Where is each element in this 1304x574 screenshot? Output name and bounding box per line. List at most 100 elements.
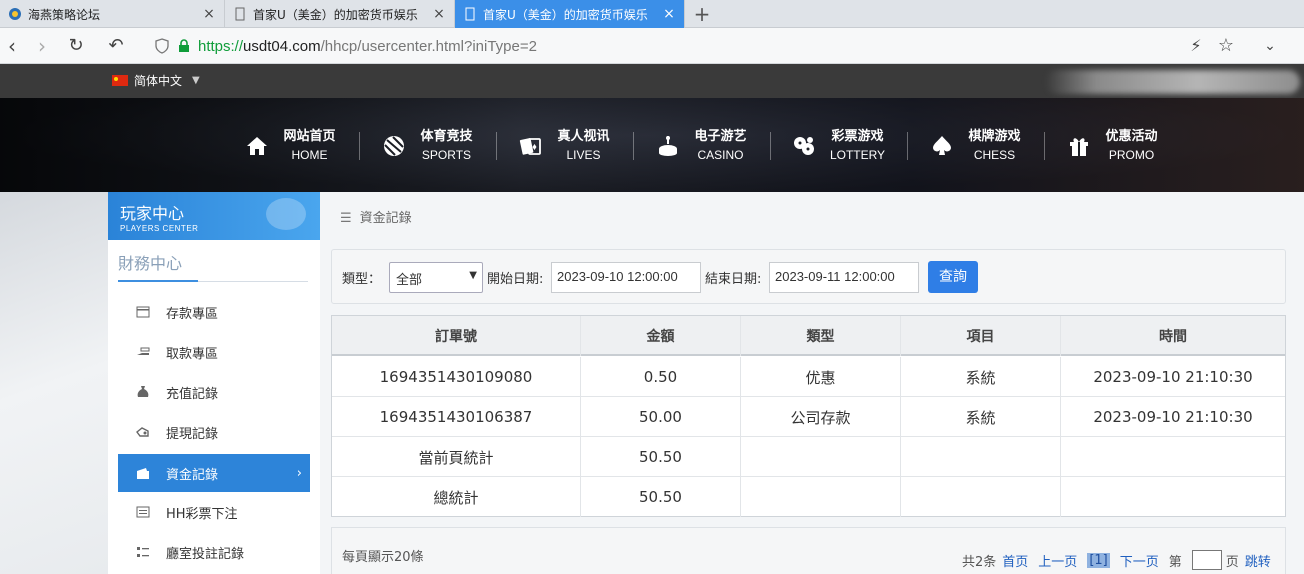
url-scheme: https://: [198, 37, 244, 55]
pagination: 共2条 首页 上一页 [1] 下一页 第 页 跳转: [962, 550, 1281, 570]
sidebar-item-deposit[interactable]: 存款專區: [118, 294, 310, 330]
end-date-label: 結束日期:: [705, 272, 762, 287]
menu-label-cn: 优惠活动: [1105, 129, 1158, 144]
menu-label-en: SPORTS: [421, 148, 472, 162]
sidebar: 玩家中心 PLAYERS CENTER 財務中心 存款專區 取款專區 充值記錄 …: [108, 192, 320, 574]
menu-label-en: CASINO: [697, 148, 744, 162]
query-button[interactable]: 查詢: [928, 261, 978, 293]
gift-icon: [1070, 138, 1089, 156]
menu-label-en: HOME: [291, 148, 328, 162]
sidebar-item-hall-bets[interactable]: 廳室投註記錄: [118, 534, 310, 570]
shield-icon: [155, 38, 169, 54]
home-icon: [247, 137, 268, 155]
sidebar-item-label: 存款專區: [166, 306, 219, 322]
first-page-link[interactable]: 首页: [1002, 551, 1028, 570]
menu-item-chess[interactable]: 棋牌游戏 CHESS: [907, 126, 1044, 166]
menu-item-lives[interactable]: 真人视讯 LIVES: [496, 126, 633, 166]
next-page-link[interactable]: 下一页: [1120, 551, 1159, 570]
column-header: 時間: [1159, 329, 1187, 345]
sidebar-item-label: HH彩票下注: [166, 506, 238, 522]
end-date-input[interactable]: 2023-09-11 12:00:00: [769, 262, 919, 293]
reload-icon[interactable]: ↻: [64, 34, 88, 58]
record-item: 系統: [901, 397, 1061, 437]
main-content: ☰ 資金記錄 類型： 全部 ▼ 開始日期: 2023-09-10 12:00:00…: [320, 192, 1304, 574]
sidebar-item-recharge-records[interactable]: 充值記錄: [118, 374, 310, 410]
browser-tab-active[interactable]: 首家U（美金）的加密货币娱乐 ×: [455, 0, 685, 28]
menu-item-casino[interactable]: 电子游艺 CASINO: [633, 126, 770, 166]
url-host: usdt04.com: [243, 37, 321, 55]
type-label: 類型：: [342, 272, 382, 287]
prev-page-link[interactable]: 上一页: [1038, 551, 1077, 570]
spade-icon: [933, 136, 952, 155]
back-arrow-icon[interactable]: ‹: [0, 34, 24, 58]
page-number-input[interactable]: [1191, 550, 1222, 570]
menu-item-promo[interactable]: 优惠活动 PROMO: [1044, 126, 1181, 166]
type-select[interactable]: 全部 ▼: [389, 262, 483, 293]
summary-label: 當前頁統計: [332, 437, 581, 477]
menu-label-en: PROMO: [1108, 148, 1155, 162]
sidebar-item-hh-lottery[interactable]: HH彩票下注: [118, 494, 310, 530]
fund-records-table: 訂單號 金額 類型 項目 時間 1694351430109080 0.50 优惠…: [331, 315, 1286, 517]
list-icon: [137, 547, 149, 557]
ball-icon: [384, 136, 405, 156]
sidebar-item-withdraw[interactable]: 取款專區: [118, 334, 310, 370]
close-icon[interactable]: ×: [662, 6, 676, 22]
close-icon[interactable]: ×: [202, 6, 216, 22]
menu-label-cn: 真人视讯: [557, 129, 610, 144]
browser-tab[interactable]: 首家U（美金）的加密货币娱乐 ×: [225, 0, 455, 28]
chevron-right-icon: ›: [296, 465, 302, 481]
empty-cell: [1061, 437, 1285, 477]
menu-item-lottery[interactable]: 彩票游戏 LOTTERY: [770, 126, 907, 166]
column-header: 訂單號: [332, 316, 581, 356]
lock-icon: [179, 39, 189, 52]
tab-title: 海燕策略论坛: [28, 7, 101, 22]
browser-tab[interactable]: 海燕策略论坛 ×: [0, 0, 225, 28]
menu-label-en: LOTTERY: [829, 148, 886, 162]
record-type: 公司存款: [741, 397, 901, 437]
undo-icon[interactable]: ↶: [104, 34, 128, 58]
address-bar[interactable]: https://usdt04.com/hhcp/usercenter.html?…: [154, 34, 1174, 58]
language-selector[interactable]: 简体中文 ▼: [112, 72, 200, 89]
caret-down-icon: ▼: [192, 75, 200, 86]
page-background-left: [0, 192, 108, 574]
lightning-icon[interactable]: ⚡: [1184, 34, 1208, 58]
menu-label-en: LIVES: [566, 148, 601, 162]
hand-icon: [136, 427, 149, 437]
site-top-strip: 简体中文 ▼: [0, 64, 1304, 98]
empty-cell: [1061, 477, 1285, 517]
url-path: /hhcp/usercenter.html?iniType=2: [320, 37, 537, 55]
withdraw-icon: [137, 347, 150, 355]
start-date-label: 開始日期:: [487, 272, 544, 287]
menu-label-cn: 体育竞技: [420, 129, 473, 144]
pagination-bar: 每頁顯示20條 共2条 首页 上一页 [1] 下一页 第 页 跳转: [331, 527, 1286, 574]
players-center-header: 玩家中心 PLAYERS CENTER: [108, 192, 320, 240]
page-prefix: 第: [1168, 554, 1182, 570]
column-header: 項目: [901, 316, 1061, 356]
section-title: 財務中心: [118, 250, 308, 282]
close-icon[interactable]: ×: [432, 6, 446, 22]
new-tab-button[interactable]: +: [690, 2, 714, 26]
page-suffix: 页: [1225, 554, 1239, 570]
sidebar-item-label: 資金記錄: [166, 467, 219, 483]
jump-link[interactable]: 跳转: [1245, 551, 1271, 570]
per-page-text: 每頁顯示20條: [342, 550, 424, 565]
record-item: 系統: [901, 357, 1061, 397]
current-page: [1]: [1087, 552, 1110, 568]
sidebar-item-fund-records[interactable]: 資金記錄 ›: [118, 454, 310, 492]
summary-label: 總統計: [332, 477, 581, 517]
chevron-down-icon[interactable]: ⌄: [1258, 34, 1282, 58]
empty-cell: [741, 437, 901, 477]
star-icon[interactable]: ☆: [1214, 34, 1238, 58]
ticket-icon: [136, 506, 150, 518]
menu-item-sports[interactable]: 体育竞技 SPORTS: [359, 126, 496, 166]
forum-favicon-icon: [9, 8, 21, 20]
record-type: 优惠: [741, 357, 901, 397]
menu-label-cn: 网站首页: [283, 129, 336, 144]
forward-arrow-icon[interactable]: ›: [30, 34, 54, 58]
start-date-input[interactable]: 2023-09-10 12:00:00: [551, 262, 701, 293]
menu-item-home[interactable]: 网站首页 HOME: [222, 126, 359, 166]
sidebar-item-withdraw-records[interactable]: 提現記錄: [118, 414, 310, 450]
hamburger-icon[interactable]: ☰: [340, 211, 352, 226]
record-time: 2023-09-10 21:10:30: [1093, 408, 1253, 426]
menu-label-cn: 棋牌游戏: [968, 129, 1021, 144]
